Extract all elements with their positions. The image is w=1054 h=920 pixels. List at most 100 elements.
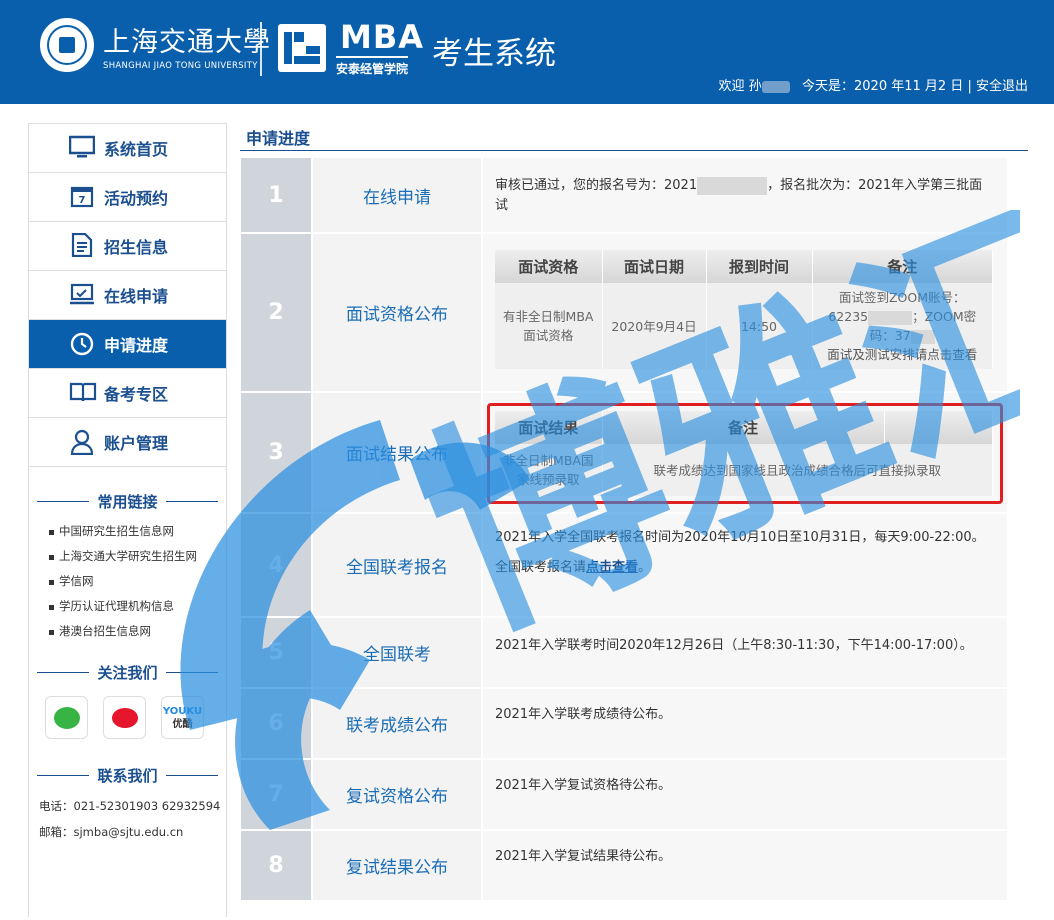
table-header: 面试资格: [495, 250, 603, 283]
social-links: YOUKU 优酷: [29, 696, 226, 739]
date-text: 今天是：2020 年11 月2 日: [802, 79, 964, 94]
step-row: 6 联考成绩公布 2021年入学联考成绩待公布。: [241, 689, 1007, 760]
sidebar-item-online-apply[interactable]: 在线申请: [29, 271, 226, 320]
step-row: 4 全国联考报名 2021年入学全国联考报名时间为2020年10月10日至10月…: [241, 514, 1007, 618]
youku-icon[interactable]: YOUKU 优酷: [161, 696, 204, 739]
header-bar: 上海交通大學 SHANGHAI JIAO TONG UNIVERSITY MBA…: [0, 0, 1054, 104]
sidebar-item-events[interactable]: 7 活动预约: [29, 173, 226, 222]
book-icon: [69, 380, 97, 406]
user-icon: [69, 429, 95, 456]
separator: |: [967, 79, 972, 94]
sidebar-item-home[interactable]: 系统首页: [29, 124, 226, 173]
note-cell: 联考成绩达到国家线且政治成绩合格后可直接拟录取: [602, 444, 993, 496]
step-name[interactable]: 在线申请: [311, 158, 481, 232]
sidebar-item-label: 招生信息: [104, 238, 169, 257]
table-header: 报到时间: [706, 250, 813, 283]
header-divider: [260, 22, 262, 76]
step-content: 2021年入学全国联考报名时间为2020年10月10日至10月31日，每天9:0…: [481, 514, 1007, 616]
step-content: 2021年入学联考成绩待公布。: [481, 689, 1007, 758]
contact-section-title: 联系我们: [29, 765, 226, 785]
step-row: 7 复试资格公布 2021年入学复试资格待公布。: [241, 760, 1007, 831]
step-number: 5: [241, 618, 311, 687]
calendar-icon: 7: [69, 184, 95, 210]
welcome-text: 欢迎 孙: [718, 79, 762, 94]
table-header: 备注: [602, 411, 885, 444]
step-number: 2: [241, 234, 311, 391]
redacted-number: [697, 176, 768, 195]
date-cell: 2020年9月4日: [602, 283, 707, 369]
step-row: 8 复试结果公布 2021年入学复试结果待公布。: [241, 831, 1007, 902]
youku-bottom-text: 优酷: [172, 718, 193, 730]
interview-qualification-table: 面试资格 面试日期 报到时间 备注 有非全日制MBA面试资格 2020年9月4日…: [495, 250, 993, 369]
step-name[interactable]: 全国联考: [311, 618, 481, 687]
highlight-box: 面试结果 备注 非全日制MBA国家线预录取 联考成绩达到国家线且政治成绩合格后可…: [487, 403, 1003, 504]
school-name: 安泰经管学院: [336, 56, 409, 77]
step-name[interactable]: 面试资格公布: [311, 234, 481, 391]
sidebar-item-label: 备考专区: [104, 385, 169, 404]
redacted-name: [761, 80, 790, 93]
sidebar-item-label: 在线申请: [104, 287, 169, 306]
sidebar-item-admissions-info[interactable]: 招生信息: [29, 222, 226, 271]
redacted-account: [868, 310, 913, 325]
sidebar-item-label: 活动预约: [104, 189, 169, 208]
title-divider: [240, 150, 1028, 151]
contact-phone: 电话：021-52301903 62932594: [39, 799, 221, 813]
step-number: 6: [241, 689, 311, 758]
step-row: 3 面试结果公布 面试结果 备注 非全日制MBA国家线预录取 联考成绩达到国家线…: [241, 393, 1007, 514]
contact-email: 邮箱：sjmba@sjtu.edu.cn: [39, 825, 184, 839]
note-cell: 面试签到ZOOM账号： 62235 ；ZOOM密 码：37 面试及测试安排请点击查…: [812, 283, 993, 369]
time-cell: 14:50: [706, 283, 813, 369]
interview-result-table: 面试结果 备注 非全日制MBA国家线预录取 联考成绩达到国家线且政治成绩合格后可…: [495, 411, 993, 496]
step-number: 7: [241, 760, 311, 829]
sidebar-item-label: 系统首页: [104, 140, 169, 159]
sidebar-item-progress[interactable]: 申请进度: [29, 320, 226, 369]
monitor-icon: [68, 135, 96, 161]
youku-top-text: YOUKU: [162, 705, 203, 717]
university-seal-logo: [40, 18, 94, 72]
sidebar-item-label: 申请进度: [104, 336, 169, 355]
step-name[interactable]: 复试结果公布: [311, 831, 481, 900]
step-name[interactable]: 面试结果公布: [311, 393, 481, 512]
step-number: 4: [241, 514, 311, 616]
contact-info: 电话：021-52301903 62932594 邮箱：sjmba@sjtu.e…: [29, 793, 226, 845]
sidebar-item-label: 账户管理: [104, 434, 169, 453]
step-name[interactable]: 全国联考报名: [311, 514, 481, 616]
sidebar-item-prep[interactable]: 备考专区: [29, 369, 226, 418]
link-hmt[interactable]: 港澳台招生信息网: [47, 619, 226, 644]
mba-label: MBA: [340, 18, 424, 56]
register-link[interactable]: 点击查看: [586, 560, 638, 575]
university-name-en: SHANGHAI JIAO TONG UNIVERSITY: [103, 61, 258, 71]
step-name[interactable]: 联考成绩公布: [311, 689, 481, 758]
schedule-link[interactable]: 面试及测试安排请点击查看: [827, 347, 977, 362]
step-name[interactable]: 复试资格公布: [311, 760, 481, 829]
note-line: ；ZOOM密: [912, 309, 977, 324]
page-title: 申请进度: [246, 129, 311, 148]
step-number: 8: [241, 831, 311, 900]
step-content: 面试资格 面试日期 报到时间 备注 有非全日制MBA面试资格 2020年9月4日…: [481, 234, 1007, 391]
wechat-icon[interactable]: [45, 696, 88, 739]
link-chsi[interactable]: 学信网: [47, 569, 226, 594]
laptop-icon: [69, 282, 95, 308]
sidebar-item-account[interactable]: 账户管理: [29, 418, 226, 467]
redacted-password: [910, 329, 935, 344]
step1-text-a: 审核已通过，您的报名号为：2021: [495, 178, 698, 193]
step-content: 2021年入学复试资格待公布。: [481, 760, 1007, 829]
follow-section-title: 关注我们: [29, 662, 226, 682]
link-sjtu-yzb[interactable]: 上海交通大学研究生招生网: [47, 544, 226, 569]
links-section-title: 常用链接: [29, 491, 226, 511]
step-content: 审核已通过，您的报名号为：2021 ，报名批次为：2021年入学第三批面试: [481, 158, 1007, 232]
logout-link[interactable]: 安全退出: [976, 75, 1028, 94]
links-list: 中国研究生招生信息网 上海交通大学研究生招生网 学信网 学历认证代理机构信息 港…: [29, 519, 226, 644]
user-bar: 欢迎 孙 今天是：2020 年11 月2 日 | 安全退出: [718, 75, 1028, 94]
sidebar: 系统首页 7 活动预约 招生信息 在线申请 申请进度 备考专区 账户管理 常用链…: [28, 123, 227, 917]
system-title: 考生系统: [432, 36, 556, 72]
progress-steps: 1 在线申请 审核已通过，您的报名号为：2021 ，报名批次为：2021年入学第三…: [241, 158, 1007, 902]
link-degree-auth[interactable]: 学历认证代理机构信息: [47, 594, 226, 619]
qualification-cell: 有非全日制MBA面试资格: [495, 283, 603, 369]
table-header: 面试结果: [495, 411, 603, 444]
document-icon: [69, 232, 95, 259]
note-line: 面试签到ZOOM账号：: [838, 290, 966, 305]
clock-icon: [69, 331, 95, 357]
link-chsi-yz[interactable]: 中国研究生招生信息网: [47, 519, 226, 544]
weibo-icon[interactable]: [103, 696, 146, 739]
